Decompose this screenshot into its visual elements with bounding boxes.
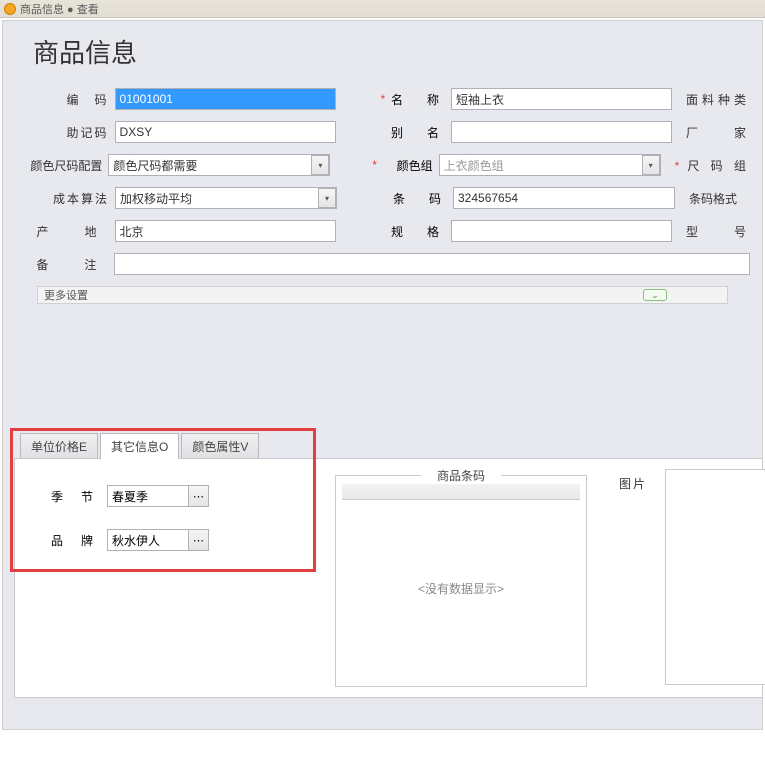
label-manufacturer: 厂 家 <box>672 124 750 141</box>
tab-strip: 单位价格E 其它信息O 颜色属性V <box>20 432 763 458</box>
no-data-text: <没有数据显示> <box>336 580 586 597</box>
page-title: 商品信息 <box>3 21 762 88</box>
dropdown-icon[interactable]: ▾ <box>311 155 329 175</box>
label-origin: 产 地 <box>15 223 115 240</box>
window-titlebar: 商品信息 ● 查看 <box>0 0 765 18</box>
label-sizegroup: *尺 码 组 <box>661 157 750 174</box>
app-icon <box>4 3 16 15</box>
barcode-panel: 商品条码 <没有数据显示> <box>335 475 587 687</box>
more-settings-label: 更多设置 <box>44 287 88 303</box>
tab-color-attr[interactable]: 颜色属性V <box>181 433 259 459</box>
input-season[interactable] <box>107 485 189 507</box>
label-colorgroup: 颜色组 <box>377 157 439 174</box>
dropdown-icon[interactable]: ▾ <box>318 188 336 208</box>
input-origin[interactable] <box>115 220 336 242</box>
more-settings-bar[interactable]: 更多设置 ⌄ <box>37 286 728 304</box>
window-title: 商品信息 ● 查看 <box>20 1 99 17</box>
label-colorsize: 颜色尺码配置 <box>15 157 108 174</box>
label-name: 名 称 <box>385 91 451 108</box>
picture-section: 图片 <box>619 475 647 492</box>
dropdown-icon[interactable]: ▾ <box>642 155 660 175</box>
lookup-button[interactable]: ⋯ <box>189 529 209 551</box>
input-spec[interactable] <box>451 220 672 242</box>
input-brand[interactable] <box>107 529 189 551</box>
lookup-button[interactable]: ⋯ <box>189 485 209 507</box>
input-remark[interactable] <box>114 253 750 275</box>
input-code[interactable] <box>115 88 336 110</box>
combo-colorsize[interactable] <box>108 154 330 176</box>
label-barcode: 条 码 <box>387 190 453 207</box>
combo-costmethod[interactable] <box>115 187 337 209</box>
tab-unit-price[interactable]: 单位价格E <box>20 433 98 459</box>
form-area: 编 码 * 名 称 面料种类 助记码 别 名 厂 家 颜色尺码配置 ▾ <box>3 88 762 304</box>
main-panel: 商品信息 编 码 * 名 称 面料种类 助记码 别 名 厂 家 颜色尺码配置 <box>2 20 763 730</box>
lower-section: 单位价格E 其它信息O 颜色属性V 季 节 ⋯ 品 牌 <box>14 432 763 698</box>
input-name[interactable] <box>451 88 672 110</box>
label-alias: 别 名 <box>385 124 451 141</box>
label-remark: 备 注 <box>15 256 114 273</box>
required-mark: * <box>366 158 377 172</box>
tab-other-info[interactable]: 其它信息O <box>100 433 179 459</box>
combo-colorgroup[interactable] <box>439 154 661 176</box>
label-code: 编 码 <box>15 91 115 108</box>
input-mnemonic[interactable] <box>115 121 336 143</box>
label-mnemonic: 助记码 <box>15 124 115 141</box>
barcode-panel-title: 商品条码 <box>421 467 501 484</box>
expand-toggle-icon[interactable]: ⌄ <box>643 289 667 301</box>
input-barcode[interactable] <box>453 187 675 209</box>
label-fabric: 面料种类 <box>672 91 750 108</box>
input-alias[interactable] <box>451 121 672 143</box>
label-model: 型 号 <box>672 223 750 240</box>
label-spec: 规 格 <box>385 223 451 240</box>
picture-label: 图片 <box>619 477 647 491</box>
label-costmethod: 成本算法 <box>15 190 115 207</box>
picture-box[interactable] <box>665 469 765 685</box>
label-barcodefmt: 条码格式 <box>675 190 737 207</box>
required-mark: * <box>373 92 385 106</box>
tab-body: 季 节 ⋯ 品 牌 ⋯ 商品条码 <box>14 458 763 698</box>
barcode-grid-header <box>342 484 580 500</box>
